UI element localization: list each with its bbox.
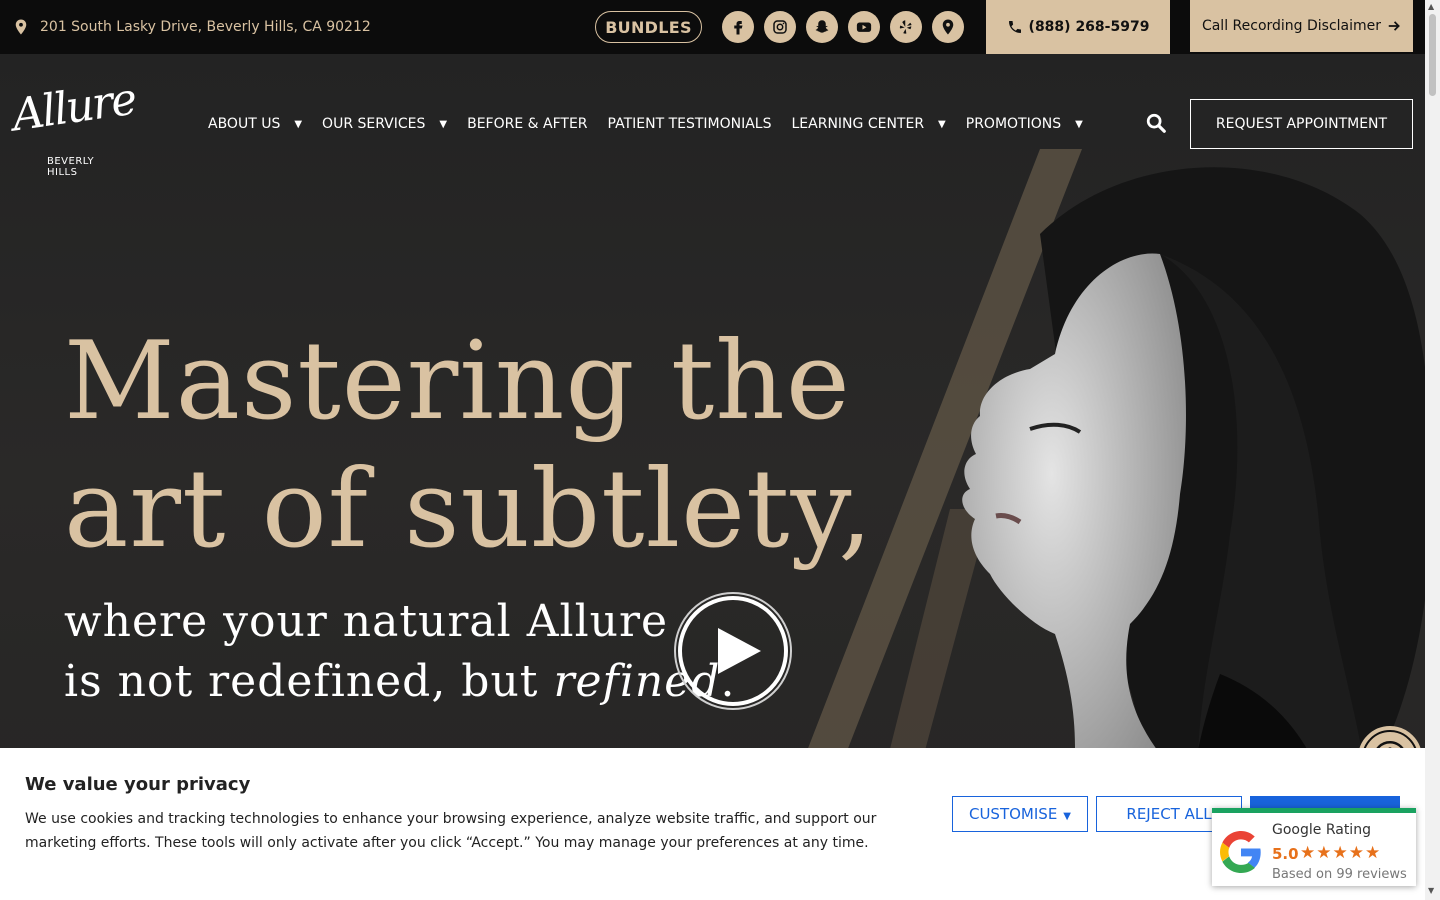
address-link[interactable]: 201 South Lasky Drive, Beverly Hills, CA… xyxy=(12,0,371,54)
top-bar: 201 South Lasky Drive, Beverly Hills, CA… xyxy=(0,0,1425,54)
nav-promotions[interactable]: PROMOTIONS ▼ xyxy=(966,116,1083,132)
disclaimer-label: Call Recording Disclaimer xyxy=(1201,18,1382,34)
call-recording-disclaimer-button[interactable]: Call Recording Disclaimer xyxy=(1190,0,1413,52)
instagram-icon[interactable] xyxy=(764,11,796,43)
subheadline-prefix: is not redefined, but xyxy=(64,656,554,707)
google-rating-badge[interactable]: Google Rating 5.0 ★★★★★ Based on 99 revi… xyxy=(1212,808,1416,886)
subheadline-line-1: where your natural Allure xyxy=(64,596,669,647)
nav-label: LEARNING CENTER xyxy=(791,116,925,132)
chevron-down-icon: ▼ xyxy=(938,118,946,130)
rating-stars: ★★★★★ xyxy=(1300,843,1382,863)
logo-script: Allure xyxy=(9,73,139,142)
address-text: 201 South Lasky Drive, Beverly Hills, CA… xyxy=(40,19,371,35)
cookie-title: We value your privacy xyxy=(25,774,251,795)
youtube-icon[interactable] xyxy=(848,11,880,43)
customise-label: CUSTOMISE xyxy=(968,805,1058,823)
snapchat-icon[interactable] xyxy=(806,11,838,43)
hero-subheadline: where your natural Allure is not redefin… xyxy=(64,592,735,712)
scroll-up-arrow-icon[interactable]: ▲ xyxy=(1428,2,1434,11)
model-portrait-image xyxy=(962,167,1425,804)
play-video-button[interactable] xyxy=(673,591,793,711)
nav-label: BEFORE & AFTER xyxy=(467,116,588,132)
caret-down-icon: ▼ xyxy=(1063,810,1071,822)
yelp-icon[interactable] xyxy=(890,11,922,43)
cookie-text: We use cookies and tracking technologies… xyxy=(25,811,877,851)
scroll-down-arrow-icon[interactable]: ▼ xyxy=(1428,886,1434,895)
search-icon[interactable] xyxy=(1145,112,1167,134)
nav-label: ABOUT US xyxy=(208,116,281,132)
rating-score: 5.0 xyxy=(1272,845,1299,863)
logo-subtitle: BEVERLY HILLS xyxy=(47,156,95,178)
phone-button[interactable]: (888) 268-5979 xyxy=(986,0,1170,54)
rating-title: Google Rating xyxy=(1272,822,1371,838)
chevron-down-icon: ▼ xyxy=(439,118,448,130)
google-g-icon xyxy=(1220,831,1261,873)
scrollbar-thumb[interactable] xyxy=(1429,14,1436,96)
rating-reviews: Based on 99 reviews xyxy=(1272,867,1407,882)
headline-line-2: art of subtlety, xyxy=(64,447,874,572)
page-scrollbar[interactable]: ▲ ▼ xyxy=(1425,0,1440,900)
nav-learning-center[interactable]: LEARNING CENTER ▼ xyxy=(792,116,946,132)
customise-button[interactable]: CUSTOMISE ▼ xyxy=(952,796,1088,832)
request-appointment-button[interactable]: REQUEST APPOINTMENT xyxy=(1190,99,1413,149)
nav-label: PATIENT TESTIMONIALS xyxy=(607,116,772,132)
map-pin-icon xyxy=(15,19,27,35)
nav-patient-testimonials[interactable]: PATIENT TESTIMONIALS xyxy=(608,116,772,132)
nav-label: OUR SERVICES xyxy=(322,116,426,132)
facebook-icon[interactable] xyxy=(722,11,754,43)
main-nav: ABOUT US ▼ OUR SERVICES ▼ BEFORE & AFTER… xyxy=(208,100,1103,148)
subheadline-line-2: is not redefined, but refined. xyxy=(64,652,735,712)
chevron-down-icon: ▼ xyxy=(294,118,303,130)
headline-line-1: Mastering the xyxy=(64,319,851,444)
social-links xyxy=(722,11,964,43)
nav-our-services[interactable]: OUR SERVICES ▼ xyxy=(322,116,447,132)
nav-label: PROMOTIONS xyxy=(965,116,1062,132)
phone-number: (888) 268-5979 xyxy=(1028,19,1150,35)
hero-headline: Mastering the art of subtlety, xyxy=(64,318,873,574)
bundles-button[interactable]: BUNDLES xyxy=(595,11,702,43)
arrow-right-icon xyxy=(1388,21,1400,31)
chevron-down-icon: ▼ xyxy=(1075,118,1083,130)
nav-about-us[interactable]: ABOUT US ▼ xyxy=(208,116,302,132)
nav-before-after[interactable]: BEFORE & AFTER xyxy=(467,116,587,132)
allure-logo[interactable]: Allure BEVERLY HILLS xyxy=(9,72,138,180)
map-pin-icon[interactable] xyxy=(932,11,964,43)
phone-icon xyxy=(1008,21,1021,33)
